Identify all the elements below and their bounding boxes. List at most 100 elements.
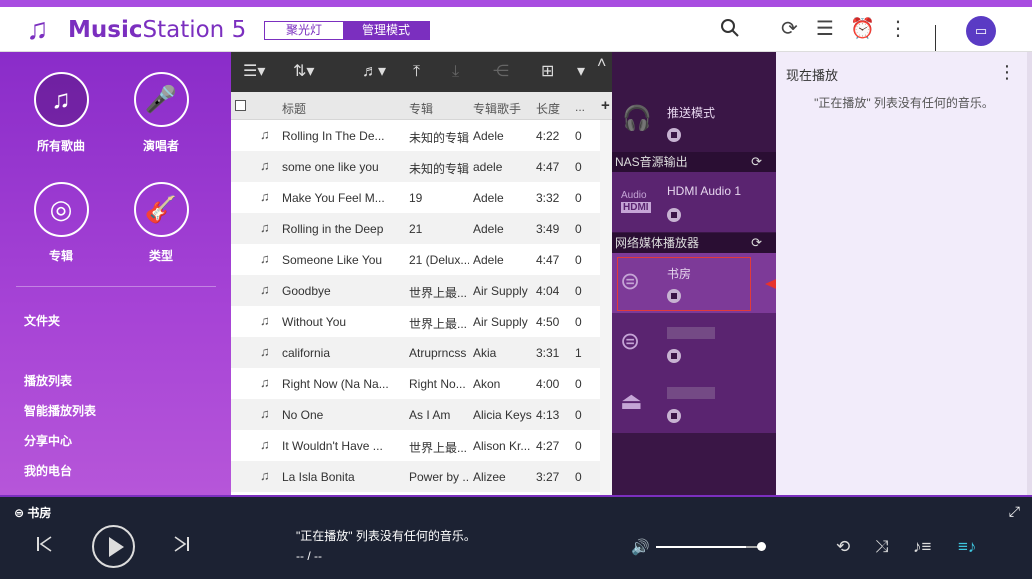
stop-icon[interactable] <box>667 208 681 222</box>
track-album: 21 <box>409 222 423 236</box>
sidebar-item-my-radio[interactable]: 我的电台 <box>24 462 72 479</box>
expand-icon[interactable]: ⤢ <box>1009 503 1020 520</box>
volume-slider[interactable] <box>656 546 762 548</box>
category-artists[interactable]: 🎤 演唱者 <box>116 72 206 154</box>
track-play-count: 0 <box>575 284 582 298</box>
play-button[interactable] <box>92 525 135 568</box>
table-row[interactable]: ♫ Make You Feel M... 19 Adele 3:32 0 <box>231 182 600 213</box>
airplay-device[interactable]: ⏏ <box>612 373 776 433</box>
table-row[interactable]: ♫ It Wouldn't Have ... 世界上最... Alison Kr...… <box>231 430 600 461</box>
table-row[interactable]: ♫ No One As I Am Alicia Keys 4:13 0 <box>231 399 600 430</box>
refresh-icon[interactable]: ⟳ <box>781 18 798 40</box>
push-mode-device[interactable]: 🎧 推送模式 <box>612 92 776 152</box>
category-genres[interactable]: 🎸 类型 <box>116 182 206 264</box>
table-row[interactable]: ♫ some one like you 未知的专辑 adele 4:47 0 <box>231 151 600 182</box>
current-output-device[interactable]: ⊜ 书房 <box>14 504 51 521</box>
column-length[interactable]: 长度 <box>536 100 560 117</box>
now-playing-scrollbar[interactable] <box>1027 52 1032 495</box>
collapse-icon[interactable]: ˄ <box>597 54 606 74</box>
stop-icon[interactable] <box>667 409 681 423</box>
network-player-icon: ⊜ <box>620 328 641 355</box>
sidebar-item-share-center[interactable]: 分享中心 <box>24 432 72 449</box>
category-all-songs[interactable]: ♫ 所有歌曲 <box>16 72 106 154</box>
music-note-icon: ♫ <box>260 344 270 359</box>
track-album: 世界上最... <box>409 286 468 300</box>
table-row[interactable]: ♫ Right Now (Na Na... Right No... Akon 4:00 0 <box>231 368 600 399</box>
track-artist: Akon <box>473 377 501 391</box>
table-row[interactable]: ♫ Without You 世界上最... Air Supply 4:50 0 <box>231 306 600 337</box>
now-playing-list-icon[interactable]: ≡♪ <box>958 537 976 557</box>
track-artist: Alicia Keys <box>473 408 532 422</box>
player-time: -- / -- <box>296 549 322 563</box>
avatar[interactable]: ▭ <box>966 16 996 46</box>
hdmi-audio-device[interactable]: Audio HDMI HDMI Audio 1 <box>612 172 776 232</box>
shuffle-icon[interactable]: ⤨ <box>875 537 889 557</box>
select-all-checkbox[interactable] <box>235 100 246 111</box>
grid-view-icon[interactable]: ⊞ <box>541 62 554 82</box>
column-title[interactable]: 标题 <box>282 100 306 117</box>
repeat-icon[interactable]: ⟲ <box>836 537 850 557</box>
track-artist: Air Supply <box>473 284 528 298</box>
add-column-icon[interactable]: + <box>601 97 610 114</box>
column-album-artist[interactable]: 专辑歌手 <box>473 100 521 117</box>
track-title: Make You Feel M... <box>282 191 385 205</box>
category-albums[interactable]: ◎ 专辑 <box>16 182 106 264</box>
track-list-scrollbar[interactable] <box>600 120 612 495</box>
refresh-icon[interactable]: ⟳ <box>751 152 762 172</box>
lyrics-icon[interactable]: ♪≡ <box>913 537 931 557</box>
chevron-down-icon[interactable]: ▾ <box>577 62 585 82</box>
stop-icon[interactable] <box>667 349 681 363</box>
spotlight-mode-tab[interactable]: 聚光灯 <box>265 22 343 39</box>
table-row[interactable]: ♫ Goodbye 世界上最... Air Supply 4:04 0 <box>231 275 600 306</box>
table-row[interactable]: ♫ Someone Like You 21 (Delux... Adele 4:47 0 <box>231 244 600 275</box>
music-note-icon: ♫ <box>260 468 270 483</box>
track-album: 21 (Delux... <box>409 253 469 267</box>
track-title: La Isla Bonita <box>282 470 355 484</box>
topbar-divider <box>935 25 936 51</box>
share-icon[interactable]: ⋲ <box>493 62 509 82</box>
track-album: 世界上最... <box>409 441 468 455</box>
sidebar-item-folders[interactable]: 文件夹 <box>24 312 60 329</box>
music-note-icon: ♫ <box>260 189 270 204</box>
list-view-icon[interactable]: ☰▾ <box>243 62 265 82</box>
more-icon[interactable]: ⋮ <box>888 18 908 40</box>
column-plays[interactable]: ... <box>575 100 585 114</box>
move-top-icon[interactable]: ⤒ <box>413 62 420 82</box>
music-note-icon: ♫ <box>260 158 270 173</box>
volume-icon[interactable]: 🔊 <box>631 538 650 556</box>
headphones-icon: 🎧 <box>622 105 652 132</box>
table-row[interactable]: ♫ Rolling in the Deep 21 Adele 3:49 0 <box>231 213 600 244</box>
player-bar: ⊜ 书房 ⤢ "正在播放" 列表没有任何的音乐。 -- / -- 🔊 ⟲ ⤨ ♪… <box>0 495 1032 579</box>
stop-icon[interactable] <box>667 128 681 142</box>
add-to-playlist-icon[interactable]: ♬▾ <box>362 62 386 82</box>
track-artist: Adele <box>473 191 504 205</box>
track-length: 4:13 <box>536 408 560 422</box>
table-row[interactable]: ♫ Rolling In The De... 未知的专辑 Adele 4:22 0 <box>231 120 600 151</box>
track-album: 未知的专辑 <box>409 162 469 176</box>
previous-icon[interactable] <box>36 535 54 559</box>
table-row[interactable]: ♫ La Isla Bonita Power by ... Alizee 3:27 0 <box>231 461 600 492</box>
category-label: 所有歌曲 <box>36 139 85 153</box>
list-icon[interactable]: ☰ <box>816 18 834 40</box>
artist-icon: 🎤 <box>133 72 189 127</box>
next-icon[interactable] <box>172 535 190 559</box>
track-album: Atruprncss <box>409 346 467 360</box>
sidebar-item-playlists[interactable]: 播放列表 <box>24 372 72 389</box>
admin-mode-tab[interactable]: 管理模式 <box>343 22 429 39</box>
album-icon: ◎ <box>33 182 89 237</box>
more-icon[interactable]: ⋮ <box>998 62 1016 83</box>
search-icon[interactable] <box>720 18 740 43</box>
table-row[interactable]: ♫ california Atruprncss Akia 3:31 1 <box>231 337 600 368</box>
refresh-icon[interactable]: ⟳ <box>751 233 762 253</box>
sidebar-divider <box>16 286 216 287</box>
sort-icon[interactable]: ⇅▾ <box>293 62 314 82</box>
alarm-icon[interactable]: ⏰ <box>850 18 875 40</box>
download-icon[interactable]: ⤓ <box>452 62 459 82</box>
column-album[interactable]: 专辑 <box>409 100 433 117</box>
track-title: It Wouldn't Have ... <box>282 439 383 453</box>
track-length: 4:00 <box>536 377 560 391</box>
volume-knob[interactable] <box>757 542 766 551</box>
music-note-icon: ♫ <box>260 437 270 452</box>
sidebar-item-smart-playlists[interactable]: 智能播放列表 <box>24 402 96 419</box>
network-player-2[interactable]: ⊜ <box>612 313 776 373</box>
